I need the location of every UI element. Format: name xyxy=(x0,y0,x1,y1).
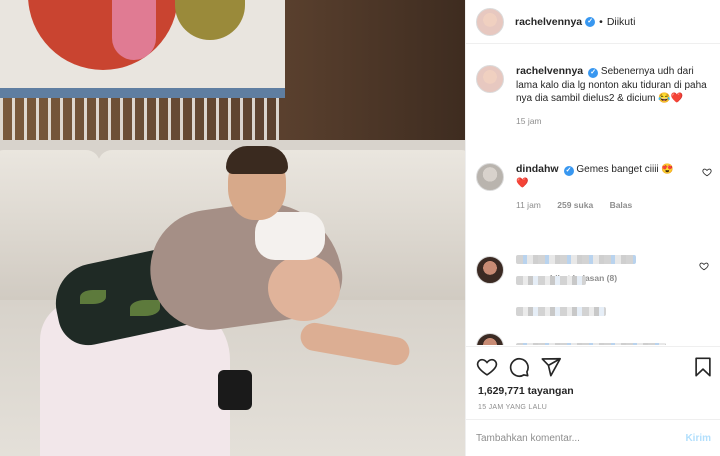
redacted-text xyxy=(516,307,606,316)
woman-face xyxy=(268,255,340,321)
post-header: rachelvennya ✓ • Diikuti xyxy=(466,0,720,44)
verified-icon: ✓ xyxy=(585,16,596,27)
redacted-text xyxy=(516,276,586,285)
comment-likes[interactable]: 259 suka xyxy=(557,200,593,210)
comment-time[interactable]: 11 jam xyxy=(516,200,541,210)
post-side-panel: rachelvennya ✓ • Diikuti rachelvennya ✓ S… xyxy=(465,0,720,456)
comment-input[interactable] xyxy=(476,433,676,444)
comment-like-heart-icon[interactable] xyxy=(699,261,709,271)
phone xyxy=(218,370,252,410)
commenter-avatar[interactable] xyxy=(476,333,504,345)
author-username[interactable]: rachelvennya xyxy=(515,16,582,28)
post-timestamp[interactable]: 15 JAM YANG LALU xyxy=(478,404,547,411)
comments-scroll-area[interactable]: rachelvennya ✓ Sebenernya udh dari lama k… xyxy=(466,45,720,345)
commenter-avatar[interactable] xyxy=(476,163,504,191)
post-comment-button[interactable]: Kirim xyxy=(685,433,711,444)
post-caption: rachelvennya ✓ Sebenernya udh dari lama k… xyxy=(476,65,716,128)
reply-button[interactable]: Balas xyxy=(610,200,633,210)
redacted-text xyxy=(516,255,636,264)
child-hair xyxy=(226,146,288,174)
wall-tapestry xyxy=(0,0,285,98)
action-icons xyxy=(476,356,714,378)
comment-item: dindahw ✓ Gemes banget ciiii 😍 ❤️ 11 jam … xyxy=(476,163,716,213)
caption-emoji: 😂❤️ xyxy=(658,93,684,104)
sofa-cushion xyxy=(380,150,465,310)
verified-icon: ✓ xyxy=(563,166,574,176)
blurred-comment xyxy=(476,333,666,345)
post-actions: 1,629,771 tayangan 15 JAM YANG LALU Kiri… xyxy=(466,346,720,456)
view-count[interactable]: 1,629,771 tayangan xyxy=(478,385,574,397)
blurred-comment xyxy=(476,255,709,285)
commenter-username[interactable]: dindahw xyxy=(516,163,559,175)
commenter-avatar[interactable] xyxy=(476,256,504,284)
comment-text: Gemes banget ciiii 😍 xyxy=(576,164,674,175)
verified-icon: ✓ xyxy=(588,68,599,78)
caption-avatar[interactable] xyxy=(476,65,504,93)
follow-separator: • xyxy=(599,15,603,28)
redacted-text xyxy=(516,342,666,345)
add-comment-bar: Kirim xyxy=(466,419,720,456)
post-media[interactable] xyxy=(0,0,465,456)
follow-status-button[interactable]: Diikuti xyxy=(607,16,636,28)
caption-username[interactable]: rachelvennya xyxy=(516,65,583,77)
comment-icon[interactable] xyxy=(508,356,530,378)
bookmark-icon[interactable] xyxy=(692,356,714,378)
caption-time[interactable]: 15 jam xyxy=(516,116,542,126)
comment-like-heart-icon[interactable] xyxy=(702,167,712,177)
share-icon[interactable] xyxy=(540,356,562,378)
blurred-meta xyxy=(476,307,606,316)
author-avatar[interactable] xyxy=(476,7,504,36)
comment-emoji: ❤️ xyxy=(516,177,529,189)
heart-icon[interactable] xyxy=(476,356,498,378)
